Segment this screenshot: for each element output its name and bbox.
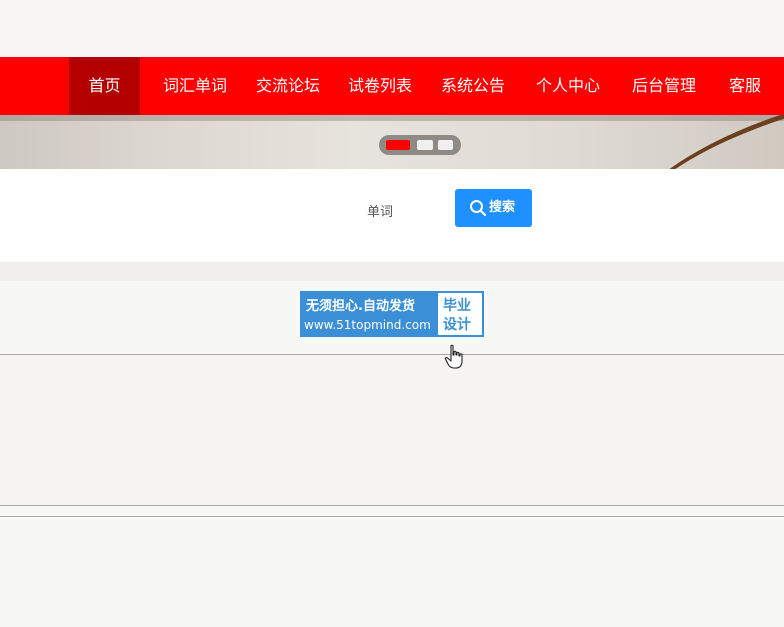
search-button[interactable]: 搜索 bbox=[455, 189, 532, 227]
search-field-label: 单词 bbox=[367, 205, 394, 220]
top-header-bar bbox=[0, 0, 784, 57]
nav-item-home[interactable]: 首页 bbox=[69, 57, 140, 115]
nav-item-vocabulary[interactable]: 词汇单词 bbox=[163, 57, 227, 115]
nav-item-announcements[interactable]: 系统公告 bbox=[441, 57, 505, 115]
carousel-dot-2[interactable] bbox=[417, 140, 433, 150]
nav-item-personal-center[interactable]: 个人中心 bbox=[536, 57, 600, 115]
nav-item-exam-list[interactable]: 试卷列表 bbox=[348, 57, 412, 115]
hand-pointer-cursor-icon bbox=[444, 344, 463, 369]
nav-item-admin[interactable]: 后台管理 bbox=[632, 57, 696, 115]
divider-line-bottom bbox=[0, 516, 784, 517]
watermark-text-block: 无须担心.自动发货 www.51topmind.com bbox=[300, 291, 436, 337]
content-panel bbox=[0, 355, 784, 505]
watermark-logo-block: 毕业 设计 bbox=[436, 291, 484, 337]
search-button-label: 搜索 bbox=[489, 200, 516, 215]
carousel-indicators bbox=[379, 135, 461, 155]
carousel-dot-1[interactable] bbox=[386, 140, 410, 150]
watermark-logo-line2: 设计 bbox=[443, 317, 471, 333]
main-navigation: 首页 词汇单词 交流论坛 试卷列表 系统公告 个人中心 后台管理 客服 bbox=[0, 57, 784, 115]
nav-item-customer-service[interactable]: 客服 bbox=[729, 57, 761, 115]
search-section: 单词 搜索 bbox=[0, 169, 784, 262]
watermark-slogan: 无须担心.自动发货 bbox=[306, 299, 415, 314]
banner-image-decoration bbox=[591, 115, 784, 169]
watermark-logo-line1: 毕业 bbox=[443, 298, 471, 314]
nav-item-forum[interactable]: 交流论坛 bbox=[256, 57, 320, 115]
search-icon bbox=[470, 200, 487, 217]
banner-top-shadow bbox=[0, 115, 784, 121]
watermark-url: www.51topmind.com bbox=[304, 318, 431, 332]
divider-line-middle bbox=[0, 505, 784, 506]
carousel-dot-3[interactable] bbox=[438, 140, 453, 150]
watermark-badge: 无须担心.自动发货 www.51topmind.com 毕业 设计 bbox=[300, 291, 484, 337]
section-divider-strip bbox=[0, 262, 784, 281]
